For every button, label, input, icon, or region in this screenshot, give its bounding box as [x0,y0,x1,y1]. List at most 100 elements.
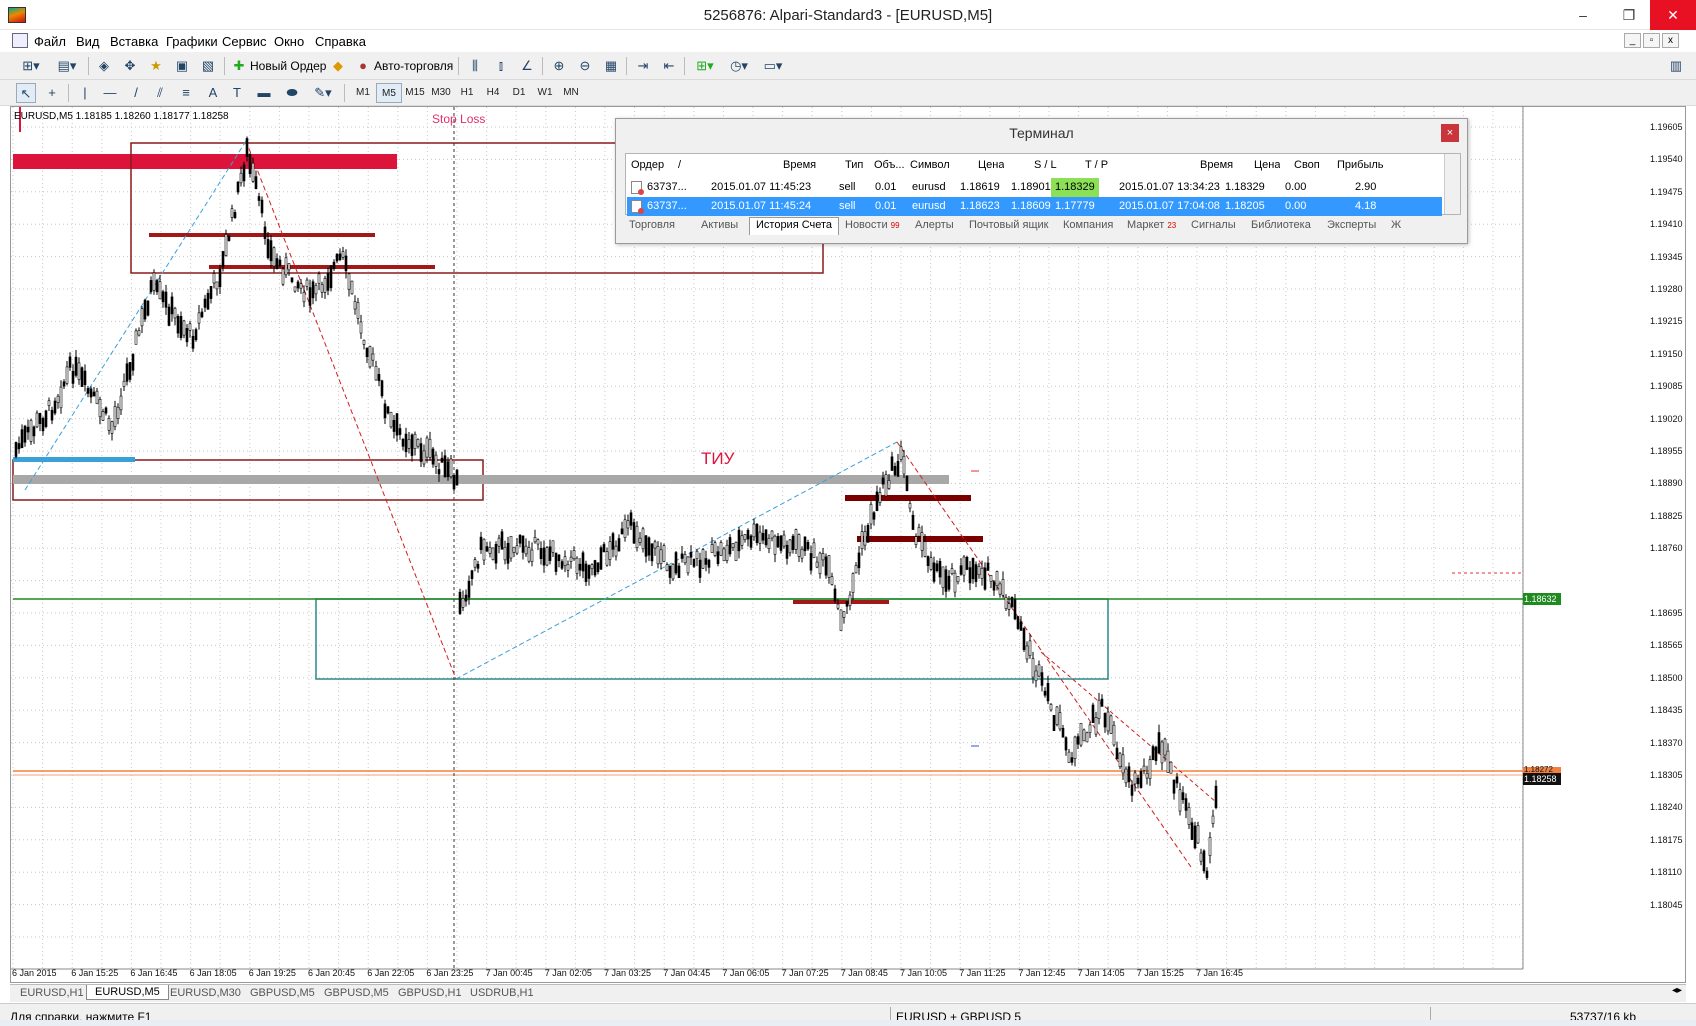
account-history-table[interactable]: Ордер / Время Тип Объ... Символ Цена S /… [625,153,1461,216]
menu-file[interactable]: Файл [34,34,66,49]
menu-view[interactable]: Вид [76,34,100,49]
new-order-button[interactable]: Новый Ордер [250,59,326,73]
menu-charts[interactable]: Графики [166,34,218,49]
zoom-out-icon[interactable]: ⊖ [574,56,596,76]
timeframe-m15[interactable]: M15 [402,83,428,103]
close-button[interactable]: ✕ [1650,0,1696,30]
tabs-scroll-arrows[interactable]: ◂▸ [1668,985,1686,1001]
tab-signals[interactable]: Сигналы [1191,219,1236,231]
tab-company[interactable]: Компания [1063,219,1113,231]
chart-tab[interactable]: USDRUB,H1 [470,987,534,999]
timeframe-mn[interactable]: MN [558,83,584,103]
col-swap[interactable]: Своп [1294,159,1320,171]
col-profit[interactable]: Прибыль [1337,159,1384,171]
crosshair-icon[interactable]: + [42,83,62,103]
mdi-restore-icon[interactable]: ▫ [1643,33,1660,48]
col-open-time[interactable]: Время [783,159,816,171]
blue-level-zone[interactable] [13,457,135,462]
mdi-minimize-icon[interactable]: _ [1624,33,1641,48]
tab-alerts[interactable]: Алерты [915,219,954,231]
search-options-icon[interactable]: ▥ [1668,56,1684,76]
chart-tab-active[interactable]: EURUSD,M5 [86,985,169,1000]
chart-shift-icon[interactable]: ⇤ [658,56,680,76]
auto-trading-icon[interactable]: ● [354,56,372,76]
timeframe-d1[interactable]: D1 [506,83,532,103]
more-objects-icon[interactable]: ✎▾ [308,83,338,103]
horizontal-line-icon[interactable]: — [100,83,120,103]
chart-tab[interactable]: EURUSD,M30 [170,987,241,999]
level-dark-red-1[interactable] [149,233,375,237]
menu-help[interactable]: Справка [315,34,366,49]
col-open-price[interactable]: Цена [978,159,1004,171]
level-dark-red-5[interactable] [793,600,889,604]
tab-library[interactable]: Библиотека [1251,219,1311,231]
support-box[interactable] [315,598,1109,680]
zoom-in-icon[interactable]: ⊕ [548,56,570,76]
trendline-icon[interactable]: / [126,83,146,103]
tab-trade[interactable]: Торговля [629,219,675,231]
gray-level-zone[interactable] [13,475,949,484]
tab-account-history[interactable]: История Счета [749,217,840,235]
table-row[interactable]: 63737... 2015.01.07 11:45:23 sell 0.01 e… [627,178,1442,197]
terminal-icon[interactable]: ▣ [172,56,192,76]
fibonacci-icon[interactable]: ≡ [176,83,196,103]
level-dark-red-2[interactable] [209,265,435,269]
table-row-selected[interactable]: 63737... 2015.01.07 11:45:24 sell 0.01 e… [627,197,1442,216]
mdi-close-icon[interactable]: x [1662,33,1679,48]
text-label-icon[interactable]: T [228,83,246,103]
strategy-tester-icon[interactable]: ▧ [198,56,218,76]
tab-news[interactable]: Новости 99 [845,219,900,231]
auto-trading-button[interactable]: Авто-торговля [374,59,453,73]
timeframe-m30[interactable]: M30 [428,83,454,103]
equidistant-channel-icon[interactable]: ⫽ [150,83,170,103]
trendline-blue-1[interactable] [24,140,247,491]
chart-window-icon[interactable] [12,33,28,48]
menu-tools[interactable]: Сервис [222,34,267,49]
tab-journal[interactable]: Ж [1391,219,1401,231]
timeframe-w1[interactable]: W1 [532,83,558,103]
tab-experts[interactable]: Эксперты [1327,219,1376,231]
level-dark-red-3[interactable] [845,495,971,501]
line-chart-icon[interactable]: ∠ [516,56,538,76]
col-sl[interactable]: S / L [1034,159,1057,171]
menu-window[interactable]: Окно [274,34,304,49]
timeframe-m1[interactable]: M1 [350,83,376,103]
new-order-icon[interactable]: ✚ [230,56,248,76]
terminal-window[interactable]: Терминал × Ордер / Время Тип Объ... Симв… [615,118,1468,244]
data-window-icon[interactable]: ✥ [120,56,140,76]
tab-exposure[interactable]: Активы [701,219,738,231]
profiles-icon[interactable]: ▤▾ [52,56,82,76]
minimize-button[interactable]: ‒ [1560,0,1606,30]
rectangle-icon[interactable]: ▬ [254,83,274,103]
chart-tab[interactable]: GBPUSD,M5 [250,987,315,999]
col-type[interactable]: Тип [845,159,863,171]
timeframe-h1[interactable]: H1 [454,83,480,103]
col-order[interactable]: Ордер [631,159,664,171]
timeframe-h4[interactable]: H4 [480,83,506,103]
tile-windows-icon[interactable]: ▦ [600,56,622,76]
col-close-time[interactable]: Время [1200,159,1233,171]
chart-tab[interactable]: GBPUSD,M5 [324,987,389,999]
col-close-price[interactable]: Цена [1254,159,1280,171]
col-tp[interactable]: T / P [1085,159,1108,171]
chart-tab[interactable]: EURUSD,H1 [20,987,84,999]
navigator-icon[interactable]: ★ [146,56,166,76]
metaeditor-icon[interactable]: ◆ [328,56,348,76]
sell-zone-red[interactable] [13,154,397,169]
bar-chart-icon[interactable]: ⫼ [464,56,486,76]
candlestick-icon[interactable]: ⫾ [490,56,512,76]
col-symbol[interactable]: Символ [910,159,950,171]
templates-icon[interactable]: ▭▾ [758,56,788,76]
new-chart-icon[interactable]: ⊞▾ [16,56,46,76]
level-dark-red-4[interactable] [857,536,983,542]
timeframe-m5[interactable]: M5 [376,83,402,103]
text-icon[interactable]: A [204,83,222,103]
periods-icon[interactable]: ◷▾ [724,56,754,76]
terminal-scrollbar[interactable] [1444,154,1460,214]
market-watch-icon[interactable]: ◈ [94,56,114,76]
tab-mailbox[interactable]: Почтовый ящик [969,219,1048,231]
menu-insert[interactable]: Вставка [110,34,158,49]
vertical-line-icon[interactable]: | [76,83,94,103]
col-volume[interactable]: Объ... [874,159,905,171]
maximize-button[interactable]: ❐ [1606,0,1652,30]
